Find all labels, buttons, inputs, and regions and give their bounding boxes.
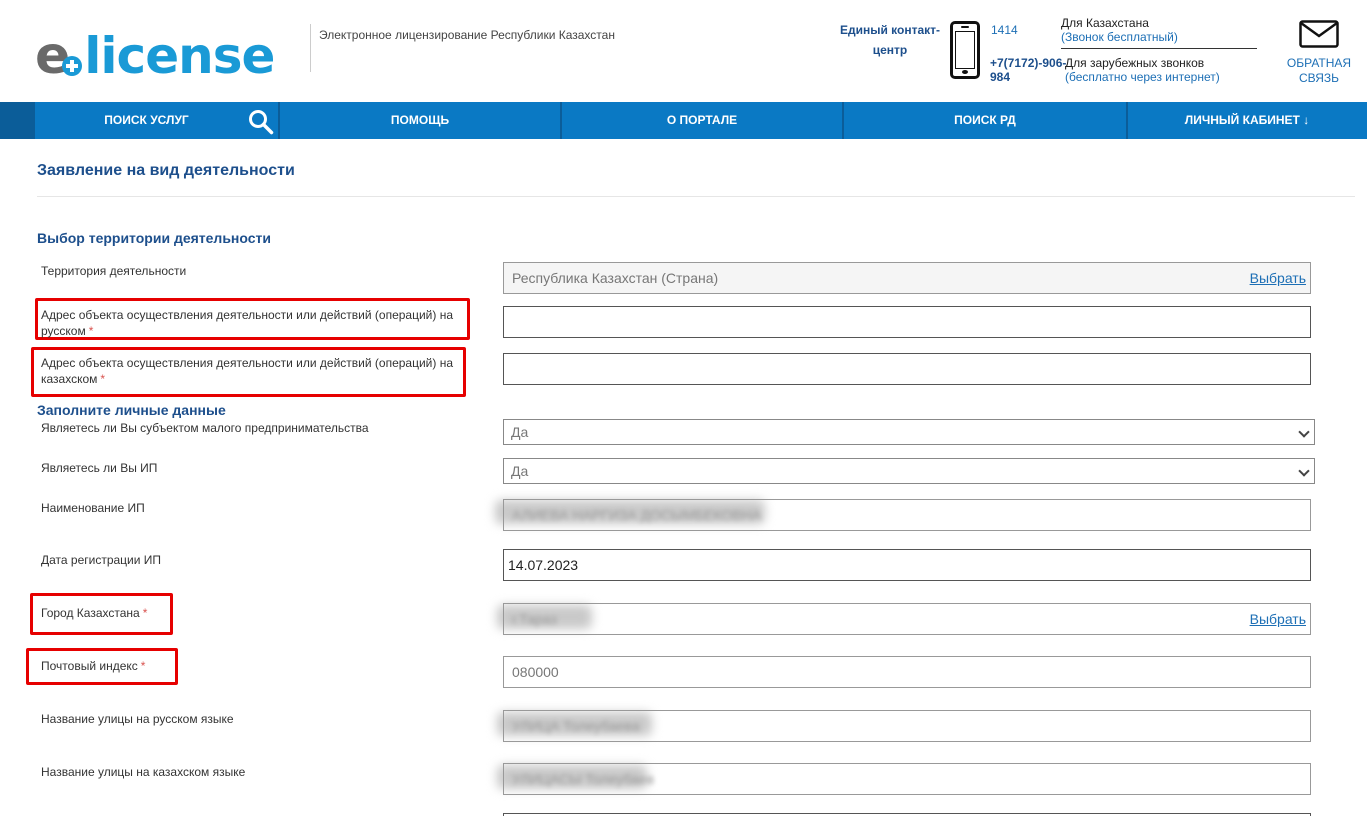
chevron-down-icon [1298,465,1310,477]
nav-help[interactable]: Помощь [280,102,560,139]
is-ip-value: Да [511,463,529,479]
street-ru-field[interactable]: УЛИЦА Толеубаева [503,710,1311,742]
section-territory-heading: Выбор территории деятельности [37,230,271,246]
required-marker: * [140,659,146,673]
territory-label: Территория деятельности [41,264,187,278]
kz-calls-note: (Звонок бесплатный) [1061,30,1178,44]
required-marker: * [100,372,106,386]
nav-about[interactable]: О портале [562,102,842,139]
site-tagline: Электронное лицензирование Республики Ка… [319,28,615,42]
logo-plus-icon [62,56,83,76]
street-ru-label: Название улицы на русском языке [41,712,234,726]
territory-choose-link[interactable]: Выбрать [1250,263,1306,293]
postal-code-label: Почтовый индекс * [41,658,466,674]
address-kz-input[interactable] [503,353,1311,385]
nav-cabinet[interactable]: Личный кабинет ↓ [1128,102,1366,139]
envelope-icon [1299,20,1339,48]
postal-code-label-text: Почтовый индекс [41,659,138,673]
street-ru-value: УЛИЦА Толеубаева [512,718,640,734]
is-ip-select[interactable]: Да [503,458,1315,484]
page-title: Заявление на вид деятельности [37,162,295,179]
phone-intl-number[interactable]: +7(7172)-906-984 [990,56,1066,84]
postal-code-value: 080000 [512,664,559,680]
street-kz-value: УЛИЦАСЫ Толеубаев [512,771,655,787]
logo-word: license [84,27,275,85]
ip-reg-date-label: Дата регистрации ИП [41,553,162,567]
ip-name-field: АЛИЕВА НАРГИЗА ДОСЫМБЕКОВНА [503,499,1311,531]
address-kz-label: Адрес объекта осуществления деятельности… [41,355,466,387]
main-navigation: Поиск услуг Помощь О портале Поиск РД Ли… [0,102,1367,139]
ip-name-value: АЛИЕВА НАРГИЗА ДОСЫМБЕКОВНА [512,507,762,523]
city-field: г.Тараз Выбрать [503,603,1311,635]
elicense-logo[interactable]: e license [35,26,275,86]
nav-search-rd[interactable]: Поиск РД [844,102,1126,139]
city-label: Город Казахстана * [41,605,466,621]
address-ru-input[interactable] [503,306,1311,338]
logo-divider [310,24,311,72]
feedback-label: ОБРАТНАЯ СВЯЗЬ [1286,56,1352,85]
small-business-value: Да [511,424,529,440]
intl-calls-label: Для зарубежных звонков [1065,56,1205,70]
kz-calls-label: Для Казахстана [1061,16,1149,30]
address-ru-label: Адрес объекта осуществления деятельности… [41,307,466,339]
contact-center-title: Единый контакт-центр [839,23,941,57]
is-ip-label: Являетесь ли Вы ИП [41,461,158,475]
city-value: г.Тараз [512,611,557,627]
required-marker: * [142,606,148,620]
nav-search-services[interactable]: Поиск услуг [35,102,278,139]
small-business-select[interactable]: Да [503,419,1315,445]
nav-left-stub [0,102,35,139]
logo-prefix: e [35,26,70,86]
small-business-label: Являетесь ли Вы субъектом малого предпри… [41,421,369,435]
address-ru-label-text: Адрес объекта осуществления деятельности… [41,308,454,338]
search-icon[interactable] [248,109,274,135]
territory-value: Республика Казахстан (Страна) [512,270,719,286]
site-header: e license Электронное лицензирование Рес… [0,0,1367,102]
feedback-button[interactable]: ОБРАТНАЯ СВЯЗЬ [1283,20,1355,86]
required-marker: * [88,324,94,338]
city-choose-link[interactable]: Выбрать [1250,604,1306,634]
city-label-text: Город Казахстана [41,606,140,620]
territory-field: Республика Казахстан (Страна) Выбрать [503,262,1311,294]
title-divider [37,196,1355,197]
postal-code-field[interactable]: 080000 [503,656,1311,688]
calls-divider [1061,48,1257,49]
chevron-down-icon [1298,426,1310,438]
phone-icon [950,21,980,79]
nav-search-services-label: Поиск услуг [104,113,189,127]
street-kz-label: Название улицы на казахском языке [41,765,246,779]
ip-reg-date-field[interactable]: 14.07.2023 [503,549,1311,581]
street-kz-field[interactable]: УЛИЦАСЫ Толеубаев [503,763,1311,795]
phone-short-number[interactable]: 1414 [991,23,1018,37]
section-personal-heading: Заполните личные данные [37,402,226,418]
intl-calls-note[interactable]: (бесплатно через интернет) [1065,70,1220,84]
ip-name-label: Наименование ИП [41,501,145,515]
ip-reg-date-value: 14.07.2023 [508,557,579,573]
